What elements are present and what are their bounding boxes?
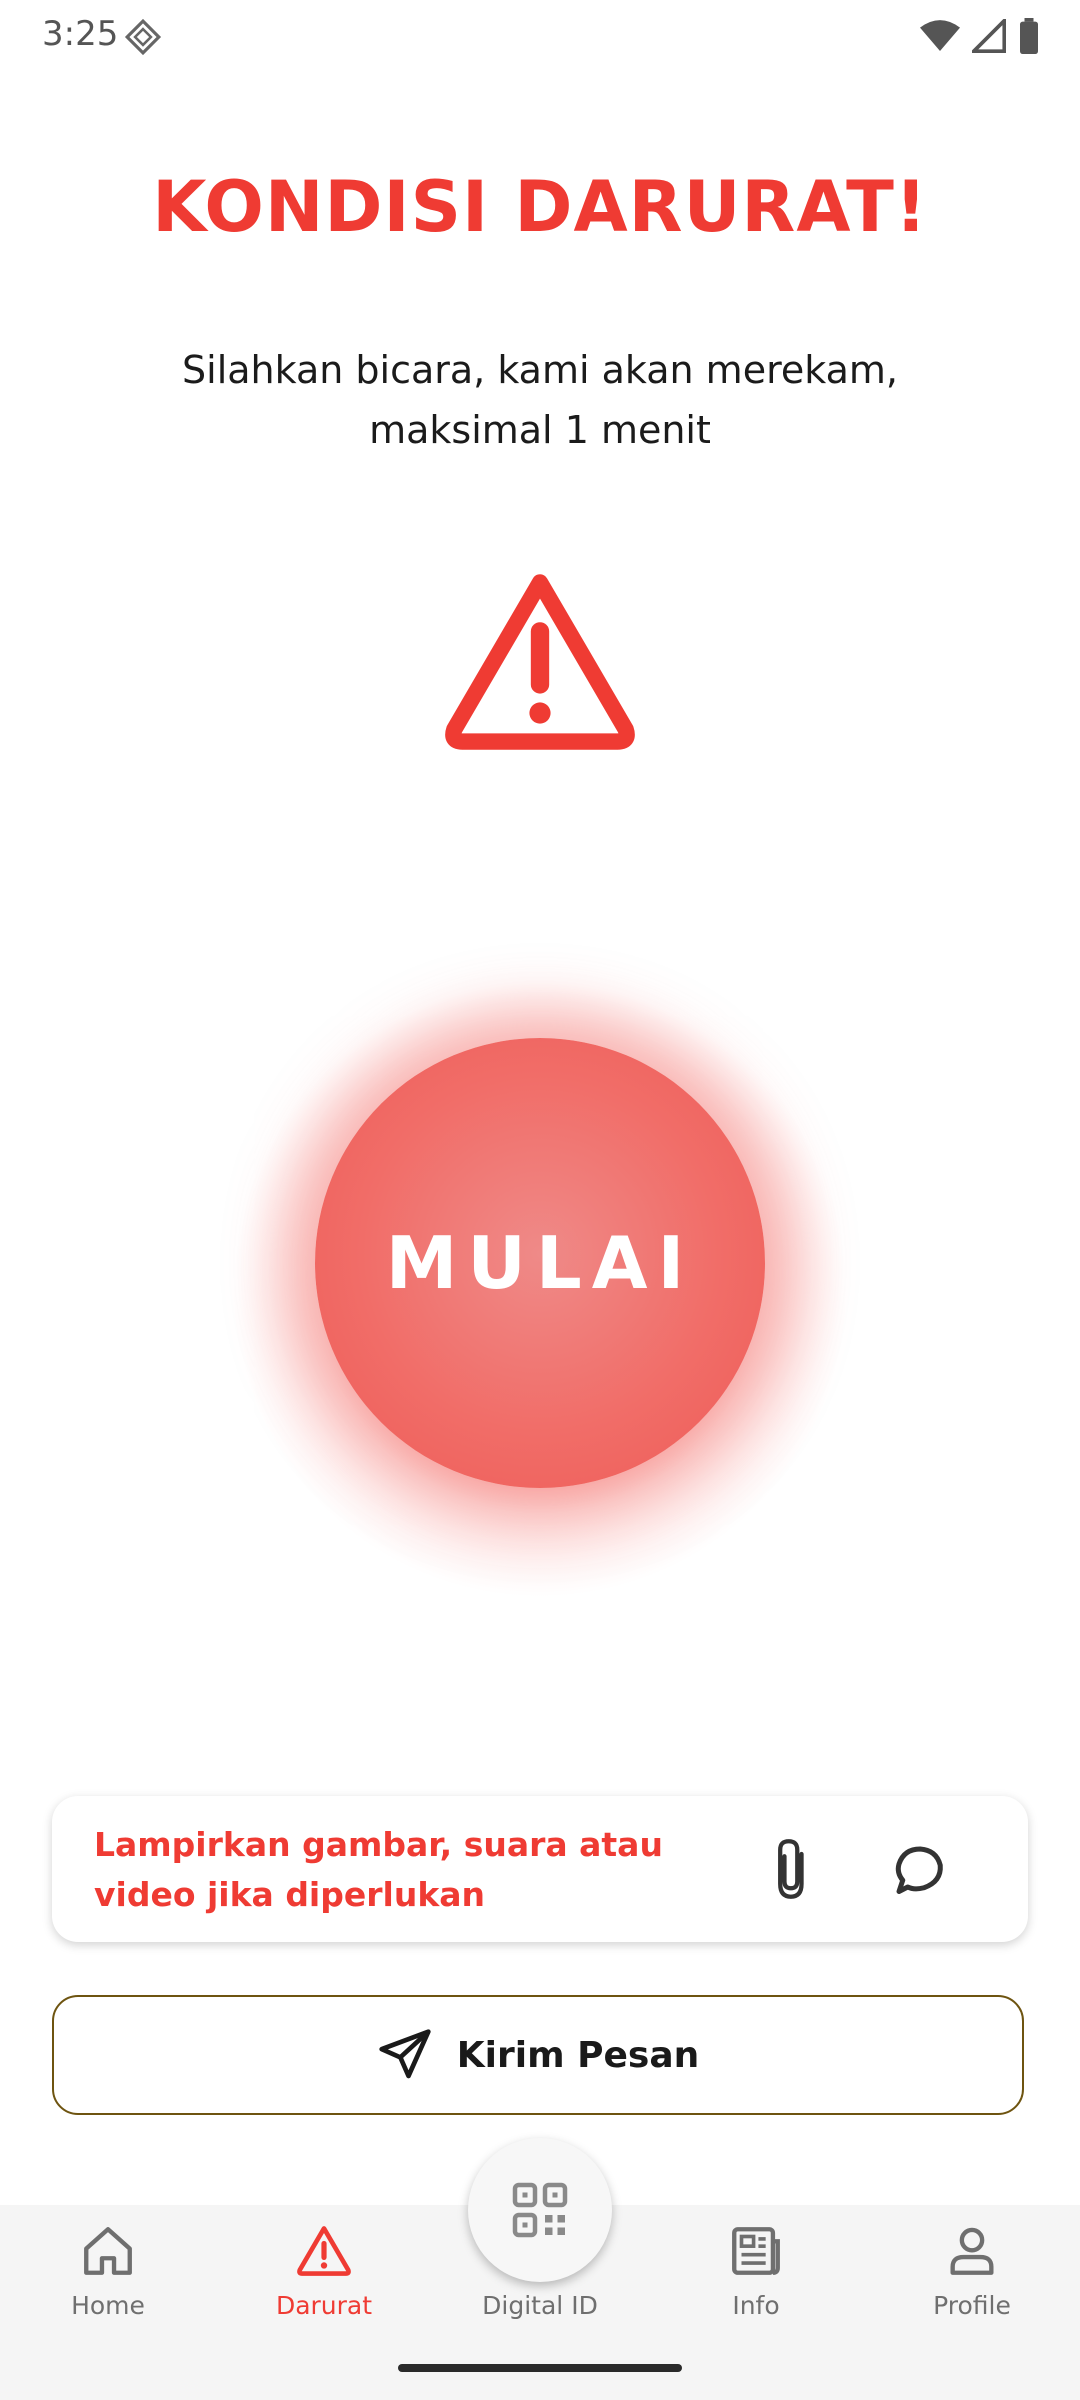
qr-code-icon — [512, 2182, 568, 2238]
send-icon — [379, 2029, 431, 2079]
paperclip-icon — [778, 1839, 804, 1899]
app-notification-icon — [124, 18, 162, 56]
warning-icon — [445, 574, 635, 750]
nav-item-darurat[interactable]: Darurat — [216, 2205, 432, 2355]
nav-label-info: Info — [732, 2291, 780, 2320]
nav-label-darurat: Darurat — [275, 2291, 373, 2320]
nav-label-home: Home — [71, 2291, 145, 2320]
attachment-hint: Lampirkan gambar, suara atau video jika … — [94, 1825, 663, 1914]
start-button-label: MULAI — [385, 1221, 695, 1305]
newspaper-icon — [732, 2227, 780, 2275]
home-icon — [84, 2227, 132, 2275]
send-message-label: Kirim Pesan — [456, 2034, 700, 2076]
nav-item-profile[interactable]: Profile — [864, 2205, 1080, 2355]
attachment-card: Lampirkan gambar, suara atau video jika … — [52, 1796, 1028, 1942]
user-icon — [950, 2227, 994, 2275]
attach-file-button[interactable] — [758, 1834, 828, 1904]
battery-icon — [1020, 18, 1038, 54]
home-indicator — [398, 2364, 682, 2372]
digital-id-qr-button[interactable] — [468, 2138, 612, 2282]
start-recording-button[interactable]: MULAI — [315, 1038, 765, 1488]
signal-icon — [972, 19, 1006, 53]
nav-item-info[interactable]: Info — [648, 2205, 864, 2355]
page-title: KONDISI DARURAT! — [152, 166, 928, 248]
nav-label-profile: Profile — [933, 2291, 1011, 2320]
wifi-icon — [920, 20, 960, 51]
warning-icon — [297, 2226, 351, 2276]
status-icons — [920, 18, 1040, 54]
status-time: 3:25 — [42, 14, 119, 54]
nav-label-digital-id: Digital ID — [482, 2291, 598, 2320]
status-bar: 3:25 — [0, 0, 1080, 72]
send-message-button[interactable]: Kirim Pesan — [52, 1995, 1024, 2115]
chat-bubble-icon — [895, 1846, 943, 1894]
message-button[interactable] — [884, 1834, 954, 1904]
nav-item-home[interactable]: Home — [0, 2205, 216, 2355]
instruction-text: Silahkan bicara, kami akan merekam, maks… — [182, 348, 898, 452]
